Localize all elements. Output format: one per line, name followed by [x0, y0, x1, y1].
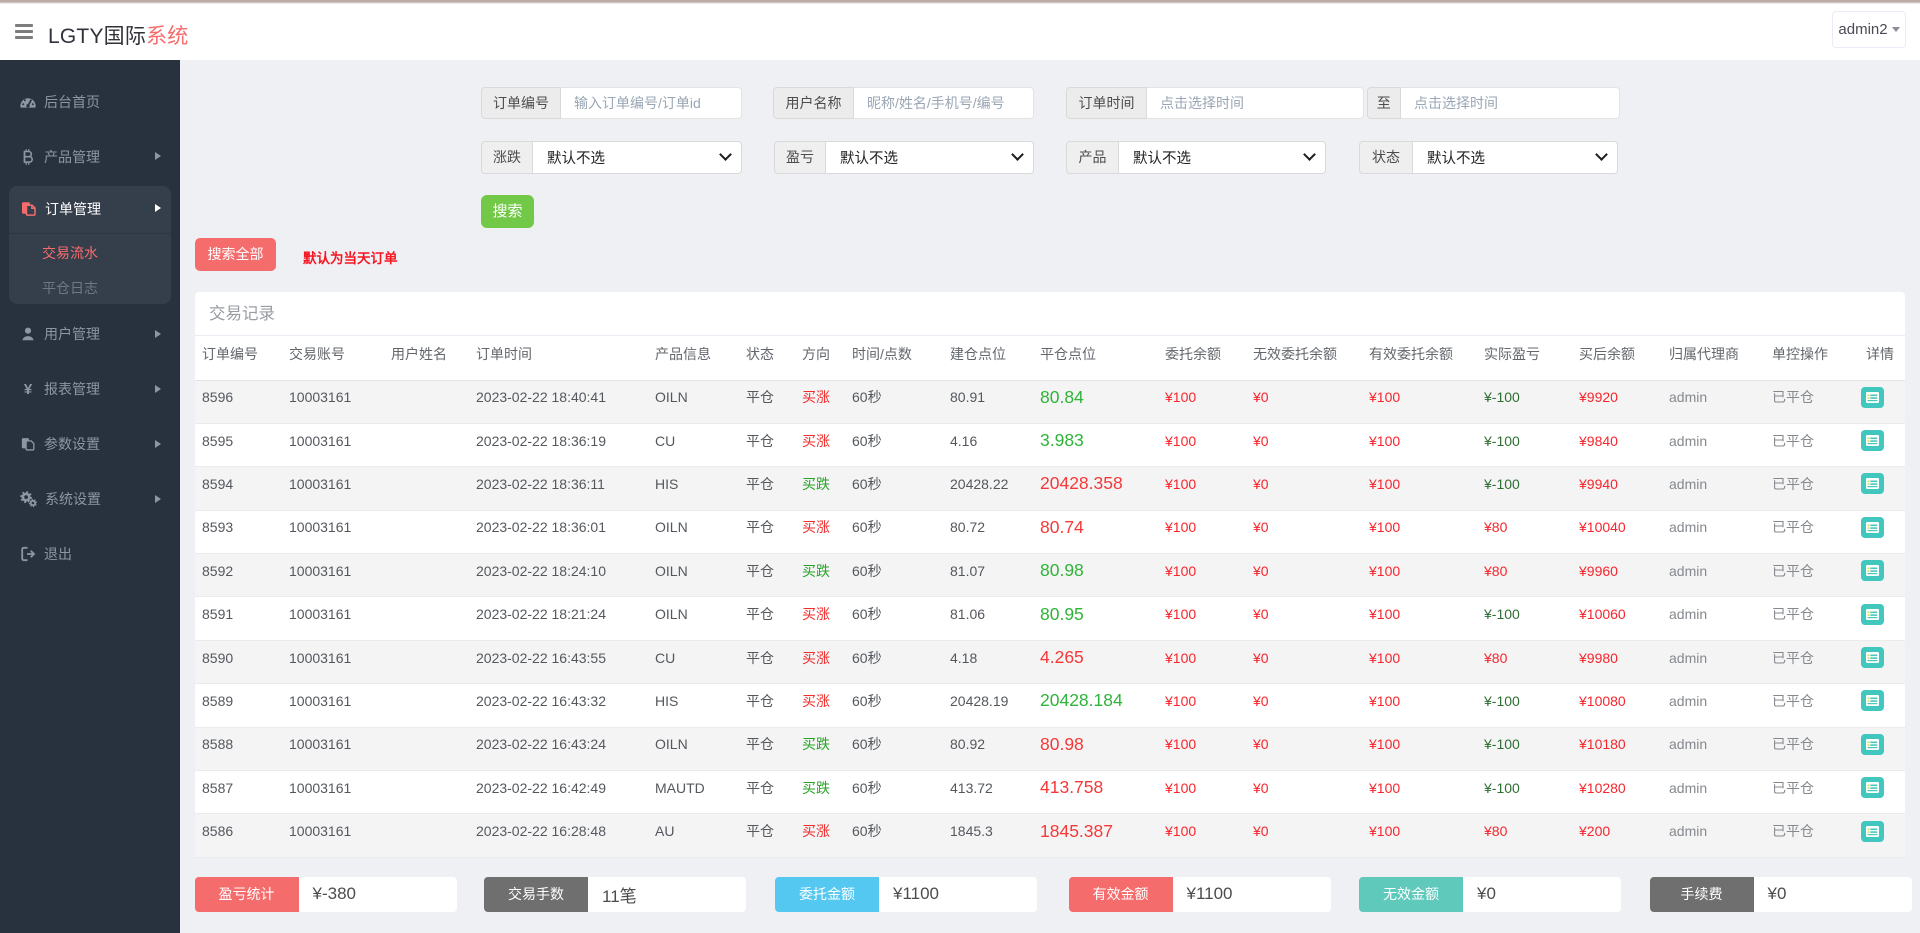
svg-text:¥: ¥: [24, 381, 33, 397]
